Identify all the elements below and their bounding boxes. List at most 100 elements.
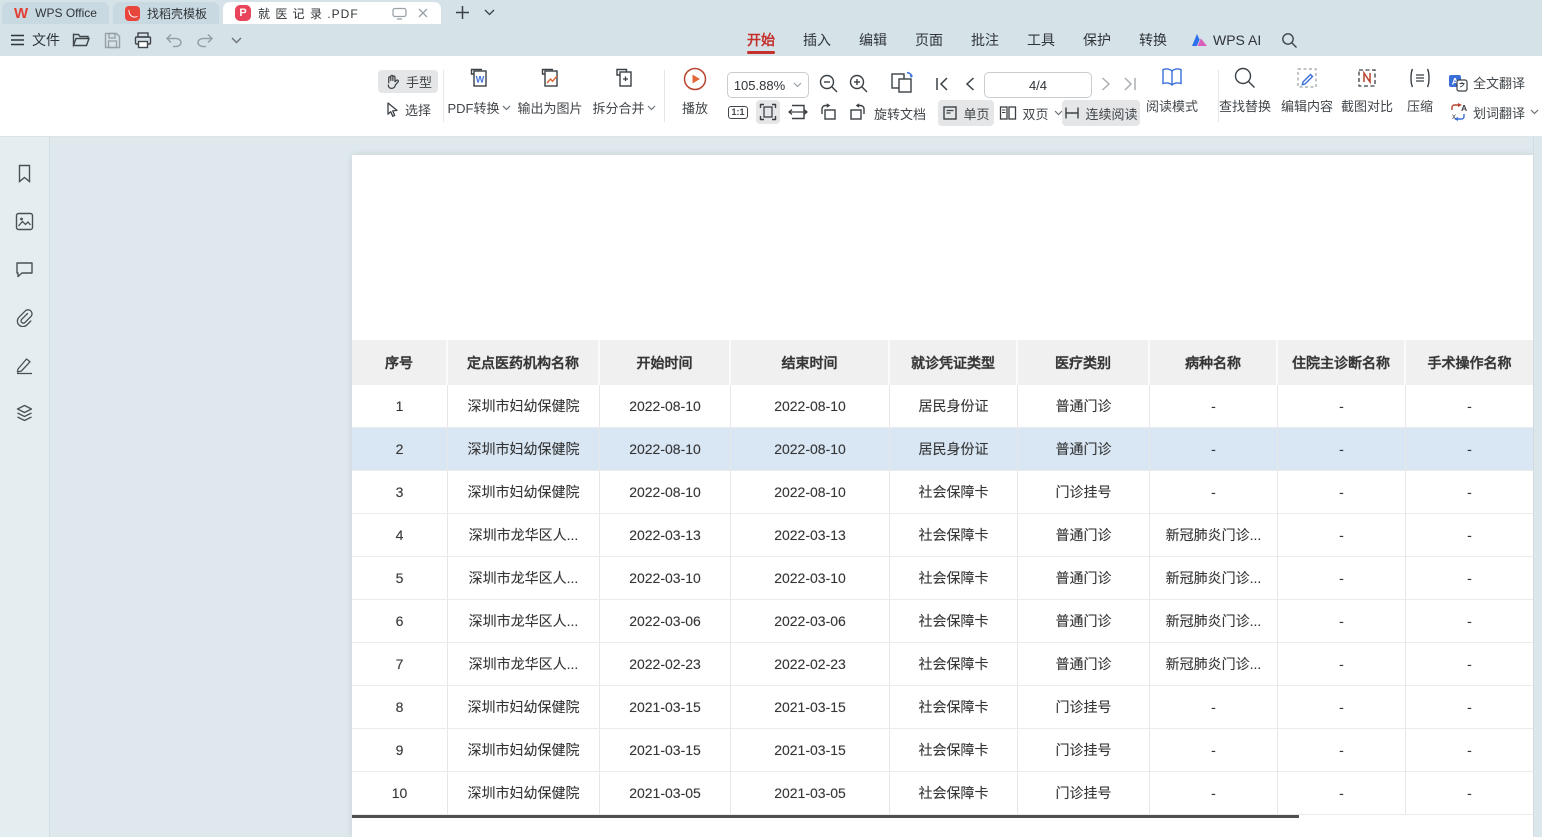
find-replace-button[interactable]: 查找替换 [1216, 66, 1274, 115]
table-cell: 社会保障卡 [890, 772, 1018, 814]
tab-wps-office[interactable]: W WPS Office [2, 2, 109, 24]
tab-insert[interactable]: 插入 [789, 24, 845, 56]
close-tab-icon[interactable] [417, 7, 429, 19]
table-row[interactable]: 1深圳市妇幼保健院2022-08-102022-08-10居民身份证普通门诊--… [352, 385, 1533, 428]
table-cell: 2022-02-23 [600, 643, 731, 685]
open-file-icon[interactable] [70, 29, 92, 51]
table-row[interactable]: 4深圳市龙华区人...2022-03-132022-03-13社会保障卡普通门诊… [352, 514, 1533, 557]
tab-convert[interactable]: 转换 [1125, 24, 1181, 56]
table-row[interactable]: 7深圳市龙华区人...2022-02-232022-02-23社会保障卡普通门诊… [352, 643, 1533, 686]
vertical-scrollbar[interactable] [1533, 137, 1542, 837]
select-tool-button[interactable]: 选择 [378, 98, 437, 121]
full-text-translate-button[interactable]: A 全文翻译 [1448, 73, 1525, 92]
rotate-right-icon[interactable] [846, 100, 870, 124]
split-merge-button[interactable]: 拆分合并 [588, 66, 660, 117]
double-page-button[interactable]: 双页 [998, 100, 1064, 126]
open-book-icon [1159, 66, 1185, 90]
pdf-convert-button[interactable]: W PDF转换 [443, 66, 515, 117]
table-cell: 2022-08-10 [731, 471, 890, 513]
table-cell: - [1278, 514, 1406, 556]
fit-width-icon [788, 104, 808, 120]
word-translate-button[interactable]: xA 划词翻译 [1448, 102, 1539, 122]
reading-mode-button[interactable]: 阅读模式 [1136, 66, 1208, 115]
table-cell: - [1150, 772, 1278, 814]
save-icon[interactable] [101, 29, 123, 51]
print-icon[interactable] [132, 29, 154, 51]
chevron-down-icon [647, 105, 656, 111]
table-cell: - [1278, 686, 1406, 728]
tab-pdf-document[interactable]: P 就 医 记 录 .PDF [223, 2, 441, 24]
replace-pages-icon[interactable] [888, 69, 916, 97]
table-cell: - [1406, 772, 1533, 814]
tab-page[interactable]: 页面 [901, 24, 957, 56]
table-row[interactable]: 2深圳市妇幼保健院2022-08-102022-08-10居民身份证普通门诊--… [352, 428, 1533, 471]
actual-size-button[interactable]: 1:1 [726, 100, 750, 124]
tab-edit[interactable]: 编辑 [845, 24, 901, 56]
table-cell: - [1406, 385, 1533, 427]
tab-tools[interactable]: 工具 [1013, 24, 1069, 56]
table-cell: 普通门诊 [1018, 557, 1150, 599]
wps-ai-icon [1191, 33, 1208, 47]
attachment-icon[interactable] [12, 304, 38, 330]
table-row[interactable]: 10深圳市妇幼保健院2021-03-052021-03-05社会保障卡门诊挂号-… [352, 772, 1533, 815]
edit-content-button[interactable]: 编辑内容 [1278, 66, 1336, 115]
wps-logo-icon: W [14, 6, 28, 21]
table-row[interactable]: 6深圳市龙华区人...2022-03-062022-03-06社会保障卡普通门诊… [352, 600, 1533, 643]
table-row[interactable]: 5深圳市龙华区人...2022-03-102022-03-10社会保障卡普通门诊… [352, 557, 1533, 600]
fit-width-button[interactable] [786, 100, 810, 124]
screenshot-compare-button[interactable]: 截图对比 [1338, 66, 1396, 115]
tab-list-chevron-icon[interactable] [484, 9, 495, 16]
wps-ai-button[interactable]: WPS AI [1181, 32, 1271, 48]
chevron-down-icon [793, 82, 802, 88]
zoom-in-icon[interactable] [848, 73, 869, 94]
continuous-reading-button[interactable]: 连续阅读 [1062, 100, 1140, 126]
undo-icon[interactable] [163, 29, 185, 51]
first-page-icon[interactable] [932, 74, 952, 94]
thumbnail-icon[interactable] [12, 208, 38, 234]
single-page-button[interactable]: 单页 [938, 100, 994, 126]
customize-toolbar-chevron-icon[interactable] [225, 29, 247, 51]
signature-icon[interactable] [12, 352, 38, 378]
table-cell: - [1150, 729, 1278, 771]
previous-page-icon[interactable] [960, 74, 980, 94]
table-cell: 5 [352, 557, 448, 599]
tab-annotate[interactable]: 批注 [957, 24, 1013, 56]
present-on-screen-icon[interactable] [392, 7, 407, 20]
table-row[interactable]: 8深圳市妇幼保健院2021-03-152021-03-15社会保障卡门诊挂号--… [352, 686, 1533, 729]
table-cell: - [1150, 686, 1278, 728]
hand-icon [384, 73, 401, 90]
zoom-level-combo[interactable]: 105.88% [727, 72, 809, 98]
table-cell: 2022-03-06 [731, 600, 890, 642]
pdf-page[interactable]: 序号定点医药机构名称开始时间结束时间就诊凭证类型医疗类别病种名称住院主诊断名称手… [352, 155, 1533, 837]
redo-icon[interactable] [194, 29, 216, 51]
table-row[interactable]: 9深圳市妇幼保健院2021-03-152021-03-15社会保障卡门诊挂号--… [352, 729, 1533, 772]
layers-icon[interactable] [12, 400, 38, 426]
new-tab-button[interactable] [455, 5, 470, 20]
rotate-document-button[interactable]: 旋转文档 [874, 100, 926, 126]
page-number-field[interactable]: 4/4 [984, 72, 1092, 98]
table-cell: 2022-03-06 [600, 600, 731, 642]
svg-text:W: W [476, 75, 485, 85]
tab-home[interactable]: 开始 [733, 24, 789, 56]
search-icon[interactable] [1271, 32, 1308, 49]
bookmark-icon[interactable] [12, 160, 38, 186]
export-as-image-button[interactable]: 输出为图片 [514, 66, 586, 117]
tab-protect[interactable]: 保护 [1069, 24, 1125, 56]
comment-icon[interactable] [12, 256, 38, 282]
table-cell: - [1278, 772, 1406, 814]
table-cell: 新冠肺炎门诊... [1150, 643, 1278, 685]
table-row[interactable]: 3深圳市妇幼保健院2022-08-102022-08-10社会保障卡门诊挂号--… [352, 471, 1533, 514]
zoom-out-icon[interactable] [818, 73, 839, 94]
table-cell: 普通门诊 [1018, 600, 1150, 642]
fit-page-button[interactable] [756, 100, 780, 124]
hand-tool-button[interactable]: 手型 [378, 70, 438, 93]
play-button[interactable]: 播放 [660, 66, 730, 117]
table-cell: 2022-02-23 [731, 643, 890, 685]
ribbon-tabs: 开始 插入 编辑 页面 批注 工具 保护 转换 WPS AI [733, 24, 1308, 56]
tab-docer-templates[interactable]: 找稻壳模板 [113, 2, 219, 24]
compress-button[interactable]: 压缩 [1398, 66, 1442, 115]
table-cell: - [1406, 471, 1533, 513]
fit-page-icon [759, 103, 777, 121]
next-page-icon[interactable] [1096, 74, 1116, 94]
rotate-left-icon[interactable] [816, 100, 840, 124]
